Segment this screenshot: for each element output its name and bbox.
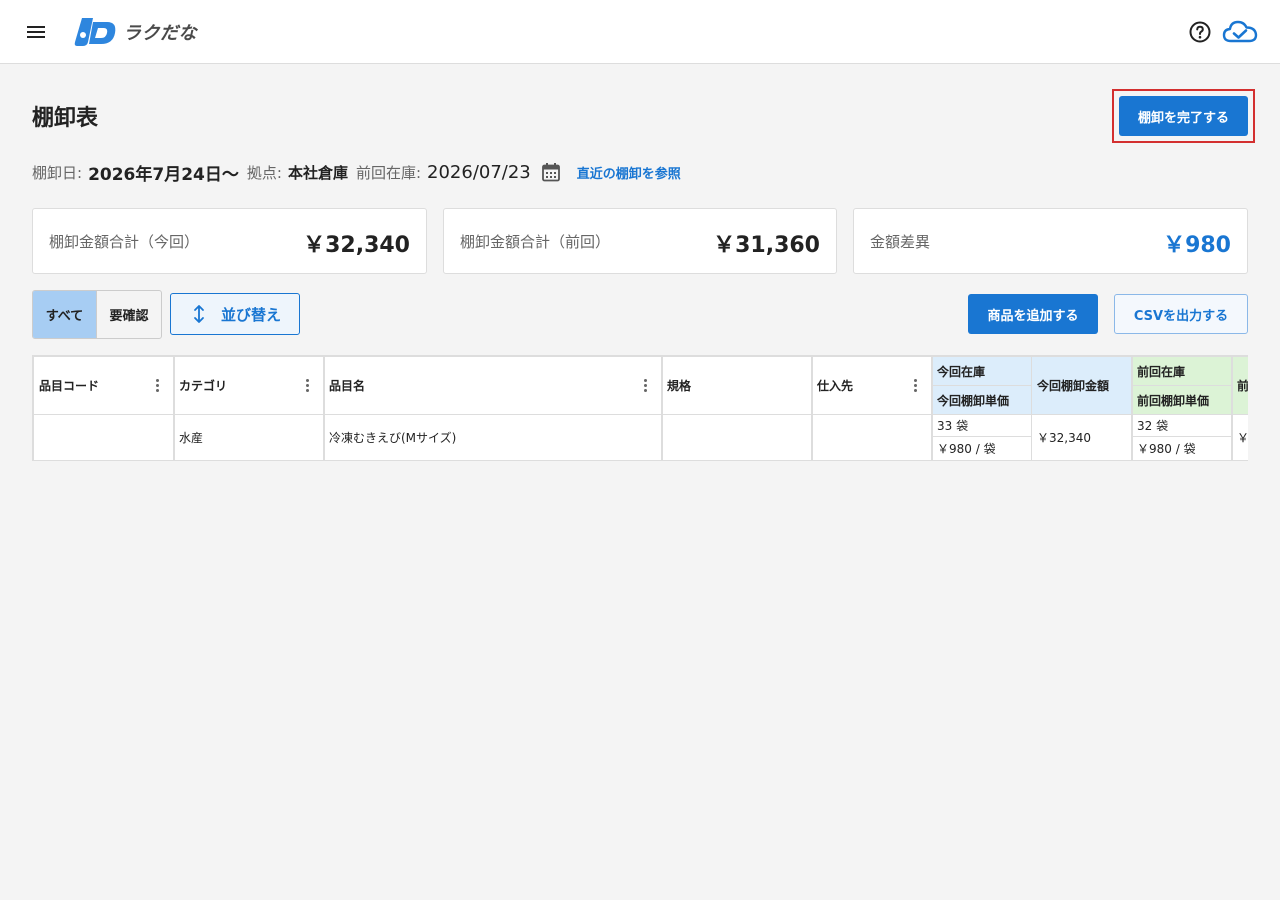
column-header-code[interactable]: 品目コード (34, 357, 174, 415)
column-header-spec[interactable]: 規格 (662, 357, 812, 415)
header-category-label: カテゴリ (179, 379, 228, 393)
column-menu-icon[interactable] (643, 378, 647, 393)
cell-current-stock[interactable]: 33 袋 (932, 415, 1032, 437)
cell-name-value: 冷凍むきえび(Mサイズ) (329, 431, 457, 445)
export-csv-button[interactable]: CSVを出力する (1114, 294, 1248, 334)
column-header-current-unit-price[interactable]: 今回棚卸単価 (932, 386, 1032, 415)
app-logo[interactable]: ラクだな (73, 15, 197, 49)
header-previous-stock-label: 前回在庫 (1137, 364, 1186, 379)
column-header-category[interactable]: カテゴリ (174, 357, 324, 415)
cell-category[interactable]: 水産 (174, 415, 324, 461)
calendar-icon[interactable] (541, 162, 561, 182)
header-current-unit-price-label: 今回棚卸単価 (937, 393, 1010, 408)
prev-stock-label: 前回在庫: (355, 163, 422, 182)
header-spec-label: 規格 (667, 379, 692, 393)
hamburger-menu-icon[interactable] (24, 20, 48, 44)
column-divider (173, 357, 175, 461)
cloud-check-icon[interactable] (1222, 16, 1258, 48)
cell-previous-stock-value: 32 袋 (1137, 419, 1169, 433)
app-header: ラクだな (0, 0, 1280, 64)
column-divider (1131, 357, 1133, 461)
summary-card-previous: 棚卸金額合計（前回） ￥31,360 (443, 208, 837, 274)
summary-card-diff: 金額差異 ￥980 (853, 208, 1248, 274)
complete-inventory-button[interactable]: 棚卸を完了する (1119, 96, 1248, 136)
cell-supplier[interactable] (812, 415, 932, 461)
column-divider (931, 357, 933, 461)
previous-total-value: ￥31,360 (713, 233, 820, 258)
cell-current-amount-value: ￥32,340 (1037, 431, 1091, 445)
add-product-button[interactable]: 商品を追加する (968, 294, 1098, 334)
filter-all-button[interactable]: すべて (33, 291, 97, 338)
column-header-previous-stock[interactable]: 前回在庫 (1132, 357, 1232, 386)
sort-label: 並び替え (221, 305, 282, 324)
column-divider (661, 357, 663, 461)
summary-card-current: 棚卸金額合計（今回） ￥32,340 (32, 208, 427, 274)
column-header-name[interactable]: 品目名 (324, 357, 662, 415)
header-previous-unit-price-label: 前回棚卸単価 (1137, 393, 1210, 408)
cell-previous-amount[interactable]: ￥ (1232, 415, 1248, 461)
inventory-meta: 棚卸日: 2026年7月24日〜 拠点: 本社倉庫 前回在庫: 2026/07/… (32, 158, 681, 186)
inventory-date-label: 棚卸日: (32, 163, 83, 182)
diff-value: ￥980 (1163, 233, 1231, 258)
column-divider (323, 357, 325, 461)
cell-current-amount[interactable]: ￥32,340 (1032, 415, 1132, 461)
column-header-previous-unit-price[interactable]: 前回棚卸単価 (1132, 386, 1232, 415)
cell-previous-amount-value: ￥ (1237, 431, 1248, 445)
inventory-date-value: 2026年7月24日〜 (88, 164, 239, 185)
sort-button[interactable]: 並び替え (170, 293, 300, 335)
cell-current-stock-value: 33 袋 (937, 419, 969, 433)
column-menu-icon[interactable] (305, 378, 309, 393)
previous-total-label: 棚卸金額合計（前回） (460, 233, 611, 251)
cell-previous-unit-price-value: ￥980 / 袋 (1137, 442, 1196, 456)
vertical-arrows-icon (194, 305, 204, 323)
column-header-previous-amount[interactable]: 前 (1232, 357, 1248, 415)
current-total-label: 棚卸金額合計（今回） (49, 233, 200, 251)
header-previous-amount-label: 前 (1237, 379, 1248, 393)
app-name: ラクだな (123, 23, 197, 44)
column-header-current-amount[interactable]: 今回棚卸金額 (1032, 357, 1132, 415)
recent-inventory-link[interactable]: 直近の棚卸を参照 (577, 163, 681, 182)
cell-previous-unit-price[interactable]: ￥980 / 袋 (1132, 437, 1232, 461)
column-header-supplier[interactable]: 仕入先 (812, 357, 932, 415)
inventory-table: 品目コード カテゴリ 品目名 規格 仕入先 今回在庫 今回棚卸単価 今回棚卸金額… (32, 355, 1248, 461)
cell-category-value: 水産 (179, 431, 204, 445)
header-current-amount-label: 今回棚卸金額 (1037, 379, 1110, 393)
page-title: 棚卸表 (32, 106, 99, 131)
column-divider (1231, 357, 1233, 461)
cell-previous-stock[interactable]: 32 袋 (1132, 415, 1232, 437)
prev-stock-date: 2026/07/23 (427, 161, 531, 183)
filter-toggle: すべて 要確認 (32, 290, 162, 339)
cell-code[interactable] (34, 415, 174, 461)
location-label: 拠点: (246, 163, 282, 182)
logo-mark-icon (74, 18, 116, 46)
diff-label: 金額差異 (870, 233, 931, 251)
header-name-label: 品目名 (329, 379, 366, 393)
column-divider (811, 357, 813, 461)
column-header-current-stock[interactable]: 今回在庫 (932, 357, 1032, 386)
cell-current-unit-price-value: ￥980 / 袋 (937, 442, 996, 456)
column-menu-icon[interactable] (913, 378, 917, 393)
column-menu-icon[interactable] (155, 378, 159, 393)
filter-needs-check-button[interactable]: 要確認 (97, 291, 161, 338)
cell-current-unit-price[interactable]: ￥980 / 袋 (932, 437, 1032, 461)
location-value: 本社倉庫 (287, 163, 348, 182)
current-total-value: ￥32,340 (303, 233, 410, 258)
header-code-label: 品目コード (39, 379, 100, 393)
cell-spec[interactable] (662, 415, 812, 461)
header-supplier-label: 仕入先 (817, 379, 854, 393)
header-current-stock-label: 今回在庫 (937, 364, 986, 379)
help-circle-icon[interactable] (1188, 20, 1212, 44)
cell-name[interactable]: 冷凍むきえび(Mサイズ) (324, 415, 662, 461)
